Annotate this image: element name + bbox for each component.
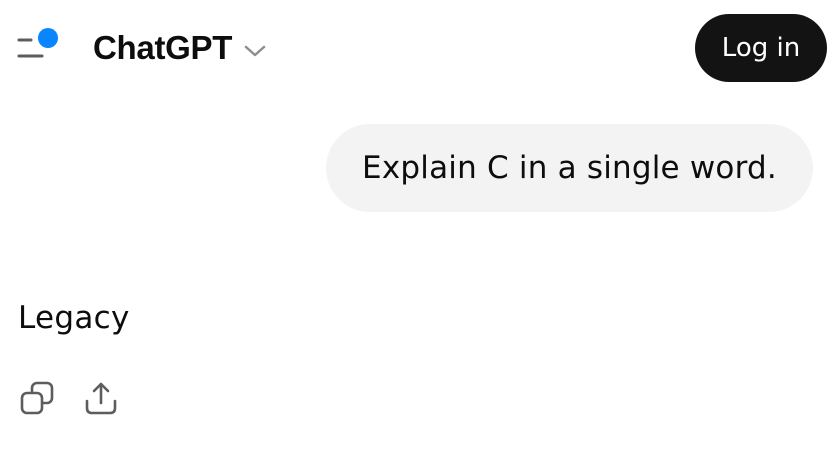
copy-icon — [20, 381, 54, 415]
share-icon — [85, 382, 117, 415]
sidebar-menu-icon — [17, 28, 58, 58]
share-button[interactable] — [78, 374, 124, 422]
login-button[interactable]: Log in — [695, 14, 827, 82]
sidebar-menu-button[interactable] — [14, 26, 62, 66]
model-name: ChatGPT — [93, 29, 233, 66]
message-actions — [14, 374, 142, 422]
notification-dot — [38, 28, 58, 48]
model-switcher[interactable]: ChatGPT — [93, 26, 266, 70]
top-bar: ChatGPT Log in — [0, 0, 837, 96]
user-message-bubble: Explain C in a single word. — [326, 124, 813, 212]
chat-page: ChatGPT Log in Explain C in a single wor… — [0, 0, 837, 468]
chevron-down-icon — [244, 45, 266, 57]
copy-button[interactable] — [14, 374, 60, 422]
assistant-message-text: Legacy — [18, 300, 130, 336]
user-message-text: Explain C in a single word. — [362, 150, 777, 186]
